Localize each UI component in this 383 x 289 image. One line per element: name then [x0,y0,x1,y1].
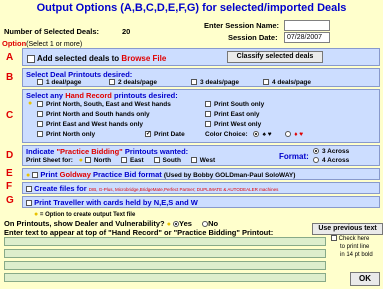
red-suits-icon: ♦ ♥ [294,131,304,138]
hand-record-option[interactable]: Print South only [205,101,264,108]
format-4-across-radio[interactable] [313,157,319,164]
black-suits-radio[interactable] [253,131,260,138]
section-e: ● Print Goldway Practice Bid format (Use… [22,168,380,180]
format-label: Format: [279,152,309,161]
hand-record-checkbox[interactable] [37,101,43,108]
deal-printout-option[interactable]: 1 deal/page [37,79,81,86]
text-file-star-icon: ● [28,100,33,107]
seat-north-checkbox[interactable] [84,157,91,164]
section-d: Indicate "Practice Bidding" Printouts wa… [22,145,380,166]
deal-printout-checkbox[interactable] [263,79,269,86]
seat-east-checkbox[interactable] [120,157,127,164]
text-file-star-icon: ● [78,157,83,164]
text-file-star-icon: ● [166,221,171,228]
hand-record-checkbox[interactable] [205,121,211,128]
deal-printout-option[interactable]: 3 deals/page [191,79,239,86]
hand-record-heading: Select any Hand Record printouts desired… [26,91,178,100]
ok-button[interactable]: OK [350,272,380,286]
letter-g: G [6,195,14,206]
page-title: Output Options (A,B,C,D,E,F,G) for selec… [36,2,347,14]
print-date-checkbox[interactable]: ✓ [145,131,151,138]
hand-record-option[interactable]: Print North and South hands only [37,111,150,118]
hand-record-checkbox[interactable] [37,131,43,138]
section-a-option[interactable]: Add selected deals to Browse File [27,54,166,63]
option-hint: Option(Select 1 or more) [2,39,82,48]
bold-line-checkbox[interactable] [331,235,337,242]
deal-printout-checkbox[interactable] [109,79,115,86]
deal-printout-checkbox[interactable] [191,79,197,86]
letter-f: F [6,181,13,192]
color-choice-group: Color Choice: ♠ ♥ ♦ ♥ [205,131,303,138]
hand-record-option[interactable]: Print West only [205,121,261,128]
letter-c: C [6,110,14,121]
header-text-line-1[interactable] [4,237,326,246]
section-a: Add selected deals to Browse File Classi… [22,48,380,66]
practice-bidding-heading: Indicate "Practice Bidding" Printouts wa… [26,147,189,156]
goldway-checkbox[interactable] [32,172,39,179]
deal-printouts-heading: Select Deal Printouts desired: [26,70,133,79]
red-suits-radio[interactable] [285,131,292,138]
option-word: Option [2,39,27,48]
color-choice-label: Color Choice: [205,131,248,138]
section-g: Print Traveller with cards held by N,E,S… [22,196,380,208]
seat-west-checkbox[interactable] [190,157,197,164]
hand-record-checkbox[interactable] [205,101,211,108]
session-name-label: Enter Session Name: [204,21,280,30]
deal-printout-checkbox[interactable] [37,79,43,86]
goldway-option[interactable]: ● Print Goldway Practice Bid format (Use… [26,170,295,179]
text-file-note: ● = Option to create output Text file [34,211,136,218]
letter-d: D [6,150,14,161]
hand-record-option[interactable]: Print North only [37,131,95,138]
num-deals-label: Number of Selected Deals: [4,27,100,36]
dealer-question: On Printouts, show Dealer and Vulnerabil… [4,219,165,228]
traveller-checkbox[interactable] [26,200,32,207]
format-4-across[interactable]: 4 Across [313,157,349,164]
format-3-across-radio[interactable] [313,148,319,155]
section-b: Select Deal Printouts desired: 1 deal/pa… [22,68,380,87]
option-note: (Select 1 or more) [26,41,83,48]
header-text-line-3[interactable] [4,261,326,270]
hand-record-option[interactable]: Print East only [205,111,260,118]
print-sheet-row: Print Sheet for: ● North East South West [26,157,216,164]
dealer-vul-row: On Printouts, show Dealer and Vulnerabil… [4,219,219,228]
add-deals-checkbox[interactable] [27,54,35,63]
deal-printout-option[interactable]: 4 deals/page [263,79,311,86]
traveller-option[interactable]: Print Traveller with cards held by N,E,S… [26,198,198,207]
letter-b: B [6,72,14,83]
seat-south-checkbox[interactable] [153,157,160,164]
add-deals-label: Add selected deals to [36,54,120,63]
hand-record-option[interactable]: Print North, South, East and West hands [37,101,171,108]
letter-a: A [6,52,14,63]
deal-printout-option[interactable]: 2 deals/page [109,79,157,86]
enter-text-label: Enter text to appear at top of "Hand Rec… [4,228,274,237]
hand-record-checkbox[interactable] [37,111,43,118]
dealer-yes-radio[interactable] [173,221,180,228]
session-date-label: Session Date: [228,33,278,42]
hand-record-checkbox[interactable] [205,111,211,118]
bold-line-option[interactable]: Check here to print line in 14 pt bold [331,235,373,259]
hand-record-checkbox[interactable] [37,121,43,128]
browse-file-label: Browse File [121,54,167,63]
section-f: Create files for DIB, G-Plus, Microbridg… [22,182,380,194]
header-text-line-4[interactable] [4,273,326,282]
print-sheet-label: Print Sheet for: [26,157,73,164]
print-date-option[interactable]: ✓ Print Date [145,131,185,138]
file-formats-list: DIB, G-Plus, Microbridge,BridgeMate,Perf… [88,187,279,192]
format-3-across[interactable]: 3 Across [313,148,349,155]
create-files-checkbox[interactable] [26,186,32,193]
classify-deals-button[interactable]: Classify selected deals [227,51,323,63]
create-files-option[interactable]: Create files for DIB, G-Plus, Microbridg… [26,184,278,193]
num-deals-value: 20 [122,27,131,36]
use-previous-text-button[interactable]: Use previous text [312,223,383,235]
letter-e: E [6,168,13,179]
session-name-input[interactable] [284,20,330,31]
black-suits-icon: ♠ ♥ [262,131,272,138]
section-c: Select any Hand Record printouts desired… [22,89,380,143]
session-date-input[interactable]: 07/28/2007 [284,32,330,43]
hand-record-option[interactable]: Print East and West hands only [37,121,143,128]
header-text-line-2[interactable] [4,249,326,258]
text-file-star-icon: ● [34,211,39,218]
text-file-star-icon: ● [26,172,31,179]
